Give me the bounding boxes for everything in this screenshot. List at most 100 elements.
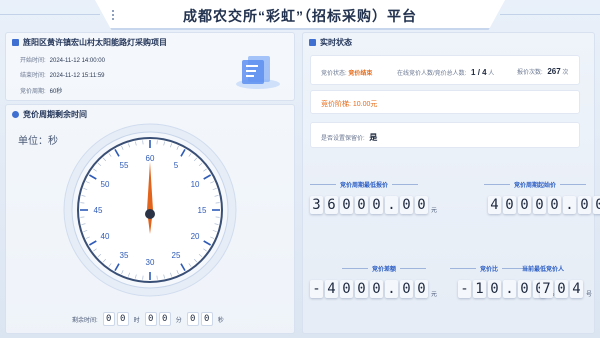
online-label: 在线竞价人数/竞价总人数: (397, 71, 467, 77)
digit-cell: . (503, 280, 516, 298)
dial-number: 60 (146, 154, 155, 163)
digit-cell: 0 (415, 280, 428, 298)
digit-cell: 0 (518, 280, 531, 298)
seconds-digit-2: 0 (200, 312, 213, 326)
period-row: 竞价周期: 60秒 (20, 86, 62, 95)
digit-unit: 元 (431, 292, 438, 298)
digit-cell: 0 (400, 196, 413, 214)
ratio-label: 竞价比 (446, 264, 532, 273)
status-group: 竞价状态: 竞价结束 (321, 68, 372, 77)
countdown-title-text: 竞价周期剩余时间 (23, 110, 87, 119)
count-value: 267 (547, 67, 561, 76)
document-illustration-icon (236, 56, 280, 89)
countdown-dial: 60 5 10 15 20 25 30 35 40 45 50 55 (63, 123, 237, 297)
online-unit: 人 (488, 71, 495, 77)
dial-number: 5 (174, 161, 179, 170)
digit-cell: 0 (400, 280, 413, 298)
digit-cell: 0 (503, 196, 516, 214)
realtime-title: 实时状态 (309, 37, 352, 48)
digit-cell: 0 (578, 196, 591, 214)
reserve-box: 是否设置保留价: 是 (310, 122, 580, 148)
project-title: 旌阳区黄许镇宏山村太阳能路灯采购项目 (12, 37, 167, 48)
hours-digit-1: 0 (102, 312, 115, 326)
digit-cell: 0 (340, 196, 353, 214)
countdown-title: 竞价周期剩余时间 (12, 109, 87, 120)
seconds-digit-1: 0 (186, 312, 199, 326)
ratio-label-text: 竞价比 (480, 267, 499, 273)
digit-cell: 0 (415, 196, 428, 214)
end-time-label: 结束时间: (20, 73, 46, 79)
digit-cell: 0 (370, 280, 383, 298)
step-box: 竞价阶梯: 10.00元 (310, 90, 580, 114)
project-icon (12, 39, 19, 46)
dial-center (145, 209, 155, 219)
lowest-line-right (392, 184, 419, 185)
dial-number: 25 (172, 251, 181, 260)
unit-label: 单位：秒 (18, 136, 58, 147)
status-value: 竞价结束 (348, 71, 373, 77)
bidder-label: 当前最低竞价人 (522, 264, 564, 273)
digit-cell: . (385, 196, 398, 214)
dial-number: 10 (191, 180, 200, 189)
start-time-label: 开始时间: (20, 58, 46, 64)
diff-digits: -4000.00元 (310, 280, 437, 298)
step-text: 竞价阶梯: 10.00元 (321, 101, 378, 108)
start-line-left (484, 184, 510, 185)
digit-cell: . (563, 196, 576, 214)
realtime-icon (309, 39, 316, 46)
timer-label: 剩余时间: (72, 317, 98, 324)
status-label: 竞价状态: (321, 71, 347, 77)
page-title: 成都农交所“彩虹”（招标采购）平台 (183, 8, 417, 24)
dial-number: 45 (94, 206, 103, 215)
digit-cell: 6 (325, 196, 338, 214)
digit-cell: 0 (370, 196, 383, 214)
end-time-row: 结束时间: 2024-11-12 15:11:59 (20, 70, 105, 79)
online-value: 1 / 4 (471, 68, 487, 77)
online-group: 在线竞价人数/竞价总人数: 1 / 4 人 (397, 68, 494, 77)
digit-cell: 0 (518, 196, 531, 214)
diff-label: 竞价差额 (338, 264, 430, 273)
dial-number: 55 (120, 161, 129, 170)
start-time-value: 2024-11-12 14:00:00 (49, 58, 105, 64)
digit-cell: 3 (310, 196, 323, 214)
hours-digit-2: 0 (116, 312, 129, 326)
minutes-unit: 分 (175, 317, 182, 324)
digit-cell: 1 (473, 280, 486, 298)
lowest-line-left (310, 184, 336, 185)
top-header: 成都农交所“彩虹”（招标采购）平台 (0, 0, 600, 30)
digit-cell: 0 (548, 196, 561, 214)
reserve-value: 是 (369, 133, 378, 142)
dial-number: 15 (198, 206, 207, 215)
start-time-row: 开始时间: 2024-11-12 14:00:00 (20, 55, 105, 64)
lowest-label-text: 竞价周期最低报价 (340, 183, 389, 189)
bidder-digits: 704号 (540, 280, 592, 298)
digit-cell: 0 (593, 196, 600, 214)
project-title-text: 旌阳区黄许镇宏山村太阳能路灯采购项目 (23, 38, 167, 47)
minutes-digit-2: 0 (158, 312, 171, 326)
digit-cell: 0 (533, 196, 546, 214)
digit-cell: - (458, 280, 471, 298)
start-line-right (560, 184, 587, 185)
start-price-label: 竞价周期起始价 (480, 180, 590, 189)
count-label: 报价次数: (517, 70, 543, 76)
digit-cell: 4 (325, 280, 338, 298)
dial-number: 30 (146, 258, 155, 267)
dial-number: 35 (120, 251, 129, 260)
status-box: 竞价状态: 竞价结束 在线竞价人数/竞价总人数: 1 / 4 人 报价次数: 2… (310, 55, 580, 85)
digit-cell: 0 (355, 196, 368, 214)
dial-number: 20 (191, 232, 200, 241)
remaining-timer: 剩余时间: 0 0 时 0 0 分 0 0 秒 (72, 312, 228, 326)
digit-cell: 0 (488, 280, 501, 298)
diff-line-left (342, 268, 368, 269)
digit-cell: 0 (555, 280, 568, 298)
diff-label-text: 竞价差额 (372, 267, 397, 273)
period-label: 竞价周期: (20, 89, 46, 95)
start-price-digits: 40000.00元 (488, 196, 600, 214)
digit-unit: 元 (431, 208, 438, 214)
start-price-label-text: 竞价周期起始价 (514, 183, 557, 189)
digit-cell: 4 (570, 280, 583, 298)
digit-cell: 4 (488, 196, 501, 214)
count-unit: 次 (562, 70, 569, 76)
reserve-group: 是否设置保留价: 是 (321, 132, 377, 143)
diff-line-right (400, 268, 427, 269)
